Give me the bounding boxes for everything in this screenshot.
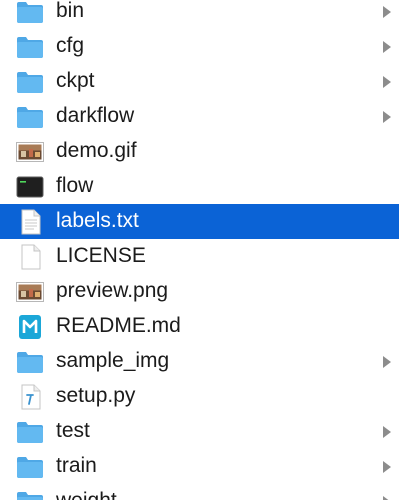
text-file-icon: [16, 209, 44, 235]
list-item-darkflow[interactable]: darkflow: [0, 99, 399, 134]
item-name: demo.gif: [56, 139, 137, 162]
list-item-cfg[interactable]: cfg: [0, 29, 399, 64]
item-name: train: [56, 454, 97, 477]
item-name: README.md: [56, 314, 181, 337]
list-item-test[interactable]: test: [0, 414, 399, 449]
folder-icon: [16, 349, 44, 375]
folder-icon: [16, 454, 44, 480]
column-scroll-area[interactable]: [399, 0, 409, 500]
document-icon: [16, 244, 44, 270]
folder-icon: [16, 34, 44, 60]
folder-icon: [16, 104, 44, 130]
disclosure-arrow-icon: [382, 495, 392, 500]
disclosure-arrow-icon: [382, 5, 392, 19]
list-item-bin[interactable]: bin: [0, 0, 399, 29]
python-file-icon: [16, 384, 44, 410]
item-name: cfg: [56, 34, 85, 57]
folder-icon: [16, 489, 44, 500]
item-name: preview.png: [56, 279, 169, 302]
list-item-ckpt[interactable]: ckpt: [0, 64, 399, 99]
item-name: bin: [56, 0, 85, 22]
list-item-license[interactable]: LICENSE: [0, 239, 399, 274]
list-item-setup-py[interactable]: setup.py: [0, 379, 399, 414]
markdown-file-icon: [16, 314, 44, 340]
disclosure-arrow-icon: [382, 460, 392, 474]
item-name: darkflow: [56, 104, 135, 127]
list-item-weight[interactable]: weight: [0, 484, 399, 500]
disclosure-arrow-icon: [382, 75, 392, 89]
item-name: ckpt: [56, 69, 95, 92]
disclosure-arrow-icon: [382, 425, 392, 439]
disclosure-arrow-icon: [382, 355, 392, 369]
folder-icon: [16, 69, 44, 95]
file-list: bin cfg ckpt darkflow demo.gif flow labe…: [0, 0, 409, 500]
item-name: test: [56, 419, 90, 442]
finder-column-view: bin cfg ckpt darkflow demo.gif flow labe…: [0, 0, 409, 500]
folder-icon: [16, 0, 44, 25]
list-item-labels-txt[interactable]: labels.txt: [0, 204, 399, 239]
item-name: labels.txt: [56, 209, 139, 232]
list-item-train[interactable]: train: [0, 449, 399, 484]
list-item-preview-png[interactable]: preview.png: [0, 274, 399, 309]
item-name: weight: [56, 488, 117, 500]
disclosure-arrow-icon: [382, 110, 392, 124]
terminal-executable-icon: [16, 174, 44, 200]
list-item-readme-md[interactable]: README.md: [0, 309, 399, 344]
item-name: setup.py: [56, 384, 136, 407]
disclosure-arrow-icon: [382, 40, 392, 54]
item-name: LICENSE: [56, 244, 146, 267]
list-item-sample-img[interactable]: sample_img: [0, 344, 399, 379]
image-file-icon: [16, 139, 44, 165]
list-item-flow[interactable]: flow: [0, 169, 399, 204]
folder-icon: [16, 419, 44, 445]
item-name: flow: [56, 174, 94, 197]
item-name: sample_img: [56, 349, 170, 372]
image-file-icon: [16, 279, 44, 305]
list-item-demo-gif[interactable]: demo.gif: [0, 134, 399, 169]
